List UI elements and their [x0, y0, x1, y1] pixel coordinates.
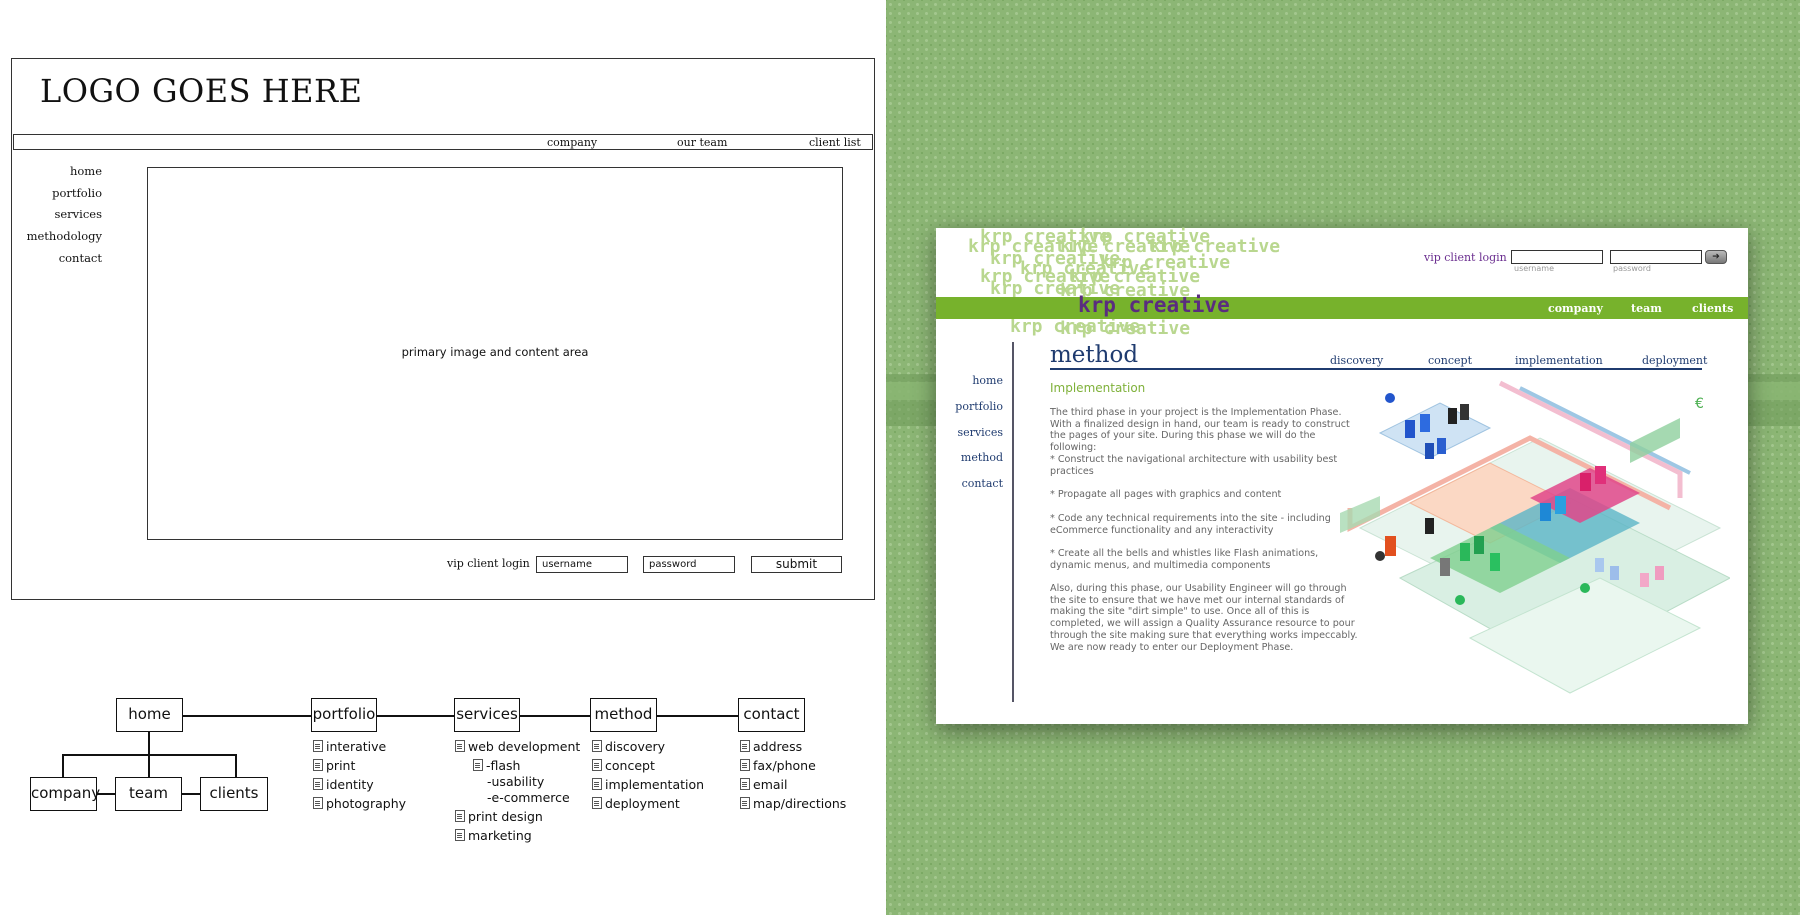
sitemap-item: print	[313, 758, 355, 773]
sitemap-connector	[235, 754, 237, 778]
login-go-button[interactable]: ➔	[1705, 250, 1727, 264]
document-icon	[313, 778, 323, 790]
site-side-portfolio[interactable]: portfolio	[955, 400, 1003, 413]
site-side-home[interactable]: home	[972, 374, 1003, 387]
wireframe-vip-label: vip client login	[447, 557, 530, 570]
sitemap-item: -usability	[487, 774, 545, 789]
sitemap-method-box: method	[590, 698, 657, 732]
title-rule	[1050, 368, 1702, 370]
sitemap-contact-box: contact	[738, 698, 805, 732]
section-title: Implementation	[1050, 381, 1146, 395]
wireframe-username-field[interactable]: username	[536, 556, 628, 573]
wireframe-side-services[interactable]: services	[54, 207, 102, 221]
wireframe-side-methodology[interactable]: methodology	[27, 229, 102, 243]
site-side-method[interactable]: method	[961, 451, 1003, 464]
body-paragraph: The third phase in your project is the I…	[1050, 407, 1350, 454]
sitemap-connector	[182, 715, 312, 717]
sitemap-portfolio-box: portfolio	[311, 698, 377, 732]
document-icon	[592, 759, 602, 771]
site-side-contact[interactable]: contact	[962, 477, 1003, 490]
site-nav-team[interactable]: team	[1631, 302, 1662, 315]
documents-icon	[473, 759, 483, 771]
site-brand-logo: krp creative	[1078, 293, 1230, 317]
sitemap-connector	[376, 715, 454, 717]
tab-concept[interactable]: concept	[1428, 354, 1472, 367]
document-icon	[592, 797, 602, 809]
wireframe-top-nav-bar	[13, 134, 873, 150]
wireframe-side-contact[interactable]: contact	[59, 251, 102, 265]
site-nav-clients[interactable]: clients	[1692, 302, 1733, 315]
sidebar-divider	[1012, 342, 1014, 702]
arrow-right-icon: ➔	[1712, 252, 1720, 262]
sitemap-team-box: team	[115, 777, 182, 811]
wireframe-content-label: primary image and content area	[401, 345, 589, 359]
sitemap-item: deployment	[592, 796, 680, 811]
isometric-process-illustration: €	[1340, 380, 1730, 694]
sitemap-item: implementation	[592, 777, 704, 792]
password-input[interactable]	[1610, 250, 1702, 264]
sitemap-home-box: home	[116, 698, 183, 732]
document-icon	[313, 797, 323, 809]
document-icon	[740, 797, 750, 809]
document-icon	[740, 740, 750, 752]
site-nav-bar	[936, 297, 1748, 319]
tab-deployment[interactable]: deployment	[1642, 354, 1707, 367]
password-hint: password	[1613, 264, 1651, 273]
sitemap-item: fax/phone	[740, 758, 816, 773]
document-icon	[313, 740, 323, 752]
document-icon	[740, 778, 750, 790]
sitemap-connector	[519, 715, 591, 717]
username-input[interactable]	[1511, 250, 1603, 264]
sitemap-connector	[62, 754, 236, 756]
sitemap-item: -e-commerce	[487, 790, 570, 805]
sitemap-item: identity	[313, 777, 374, 792]
body-paragraph: * Code any technical requirements into t…	[1050, 513, 1331, 536]
document-icon	[313, 759, 323, 771]
body-paragraph: * Propagate all pages with graphics and …	[1050, 489, 1282, 500]
sitemap-item: -flash	[473, 758, 520, 773]
sitemap-item: address	[740, 739, 802, 754]
sitemap-item: print design	[455, 809, 543, 824]
sitemap-item: web development	[455, 739, 580, 754]
sitemap-item: interative	[313, 739, 386, 754]
wireframe-nav-client-list[interactable]: client list	[809, 136, 861, 149]
site-side-services[interactable]: services	[958, 426, 1003, 439]
wireframe-nav-company[interactable]: company	[547, 136, 597, 149]
sitemap-clients-box: clients	[200, 777, 268, 811]
tab-discovery[interactable]: discovery	[1330, 354, 1383, 367]
wireframe-nav-our-team[interactable]: our team	[677, 136, 727, 149]
sitemap-item: photography	[313, 796, 406, 811]
sitemap-item: concept	[592, 758, 655, 773]
document-icon	[455, 810, 465, 822]
wireframe-side-portfolio[interactable]: portfolio	[52, 186, 102, 200]
sitemap-item: marketing	[455, 828, 532, 843]
document-icon	[455, 829, 465, 841]
wireframe-submit-button[interactable]: submit	[751, 556, 842, 573]
document-icon	[592, 740, 602, 752]
sitemap-connector	[656, 715, 739, 717]
document-icon	[455, 740, 465, 752]
tab-implementation[interactable]: implementation	[1515, 354, 1603, 367]
sitemap-item: discovery	[592, 739, 665, 754]
wireframe-password-field[interactable]: password	[643, 556, 735, 573]
svg-text:€: €	[1695, 396, 1704, 412]
sitemap-item: email	[740, 777, 787, 792]
page-title: method	[1050, 342, 1139, 368]
wireframe-side-home[interactable]: home	[70, 164, 102, 178]
wireframe-logo: LOGO GOES HERE	[40, 72, 363, 110]
body-paragraph: * Construct the navigational architectur…	[1050, 454, 1338, 477]
sitemap-company-box: company	[30, 777, 100, 811]
vip-login-label: vip client login	[1424, 251, 1507, 264]
document-icon	[740, 759, 750, 771]
sitemap-connector	[181, 793, 201, 795]
body-paragraph: * Create all the bells and whistles like…	[1050, 548, 1319, 571]
sitemap-services-box: services	[454, 698, 520, 732]
sitemap-item: map/directions	[740, 796, 846, 811]
body-paragraph: Also, during this phase, our Usability E…	[1050, 583, 1358, 653]
site-nav-company[interactable]: company	[1548, 302, 1603, 315]
sitemap-connector	[62, 754, 64, 778]
document-icon	[592, 778, 602, 790]
username-hint: username	[1514, 264, 1554, 273]
